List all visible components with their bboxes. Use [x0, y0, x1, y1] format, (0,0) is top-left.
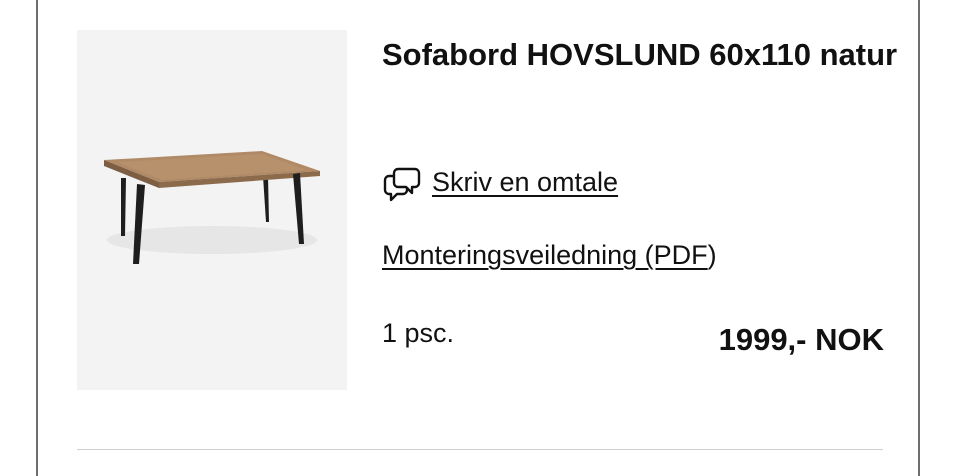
- product-image[interactable]: [77, 30, 347, 390]
- assembly-manual-label: Monteringsveiledning (PDF: [382, 240, 708, 270]
- speech-bubbles-icon: [382, 162, 422, 202]
- assembly-manual-suffix: ): [707, 240, 717, 270]
- assembly-manual-link[interactable]: Monteringsveiledning (PDF): [382, 240, 717, 271]
- product-title: Sofabord HOVSLUND 60x110 natur: [382, 37, 898, 72]
- coffee-table-illustration: [104, 151, 320, 264]
- write-review-link[interactable]: Skriv en omtale: [382, 162, 618, 202]
- write-review-label: Skriv en omtale: [432, 166, 619, 197]
- price-label: 1999,- NOK: [718, 322, 884, 357]
- section-divider: [77, 449, 883, 450]
- quantity-label: 1 psc.: [382, 318, 455, 348]
